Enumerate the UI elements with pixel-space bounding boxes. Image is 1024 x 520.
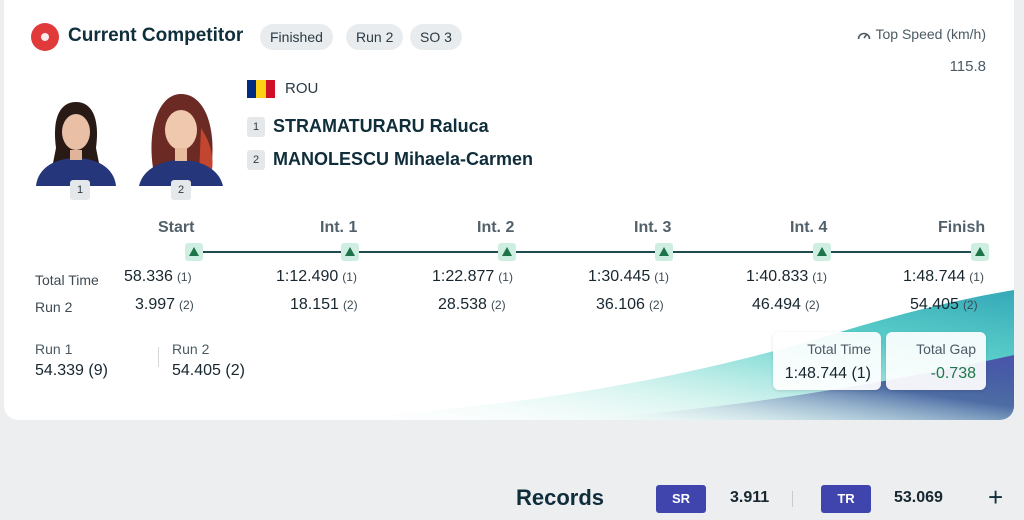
athlete-photo-1 <box>30 88 122 186</box>
total-time-int3: 1:30.445 (1) <box>588 268 669 285</box>
top-speed-value: 115.8 <box>949 58 986 75</box>
athlete-photo-1-badge: 1 <box>70 180 90 200</box>
split-marker-int4 <box>813 243 831 261</box>
total-gap-value: -0.738 <box>930 365 976 382</box>
athlete-row-2: 2 MANOLESCU Mihaela-Carmen <box>247 149 533 170</box>
athlete-name: MANOLESCU Mihaela-Carmen <box>273 149 534 169</box>
run2-label: Run 2 <box>172 341 210 357</box>
run2-int1: 18.151 (2) <box>290 296 358 313</box>
split-label-int2: Int. 2 <box>477 219 515 236</box>
top-speed-label-group: Top Speed (km/h) <box>857 26 987 42</box>
row-label-run2: Run 2 <box>35 299 73 315</box>
athlete-row-1: 1 STRAMATURARU Raluca <box>247 116 489 137</box>
total-time-label: Total Time <box>807 341 871 357</box>
runs-divider <box>158 347 159 367</box>
total-time-int4: 1:40.833 (1) <box>746 268 827 285</box>
athlete-photo-2 <box>135 88 227 186</box>
track-record-value: 53.069 <box>894 489 943 506</box>
track-record-badge: TR <box>821 485 871 513</box>
split-track-line <box>194 251 982 253</box>
live-indicator-icon <box>31 23 59 51</box>
total-gap-label: Total Gap <box>916 341 976 357</box>
total-time-start: 58.336 (1) <box>124 268 192 285</box>
start-order-badge: SO 3 <box>410 24 462 50</box>
split-label-int4: Int. 4 <box>790 219 828 236</box>
total-time-box: Total Time 1:48.744 (1) <box>773 332 881 390</box>
split-label-start: Start <box>158 219 195 236</box>
split-label-int3: Int. 3 <box>634 219 672 236</box>
athlete-number: 2 <box>247 149 265 170</box>
total-time-finish: 1:48.744 (1) <box>903 268 984 285</box>
run2-finish: 54.405 (2) <box>910 296 978 313</box>
athlete-number: 1 <box>247 116 265 137</box>
run2-int2: 28.538 (2) <box>438 296 506 313</box>
run2-int4: 46.494 (2) <box>752 296 820 313</box>
total-time-int1: 1:12.490 (1) <box>276 268 357 285</box>
run2-int3: 36.106 (2) <box>596 296 664 313</box>
country-code: ROU <box>285 80 319 97</box>
top-speed-label: Top Speed (km/h) <box>875 26 987 42</box>
athlete-photo-2-badge: 2 <box>171 180 191 200</box>
split-marker-start <box>185 243 203 261</box>
split-marker-int2 <box>498 243 516 261</box>
run-badge: Run 2 <box>346 24 404 50</box>
split-marker-finish <box>971 243 989 261</box>
speedometer-icon <box>857 32 870 39</box>
split-label-finish: Finish <box>938 219 986 236</box>
split-marker-int3 <box>655 243 673 261</box>
flag-icon <box>247 80 275 98</box>
row-label-total-time: Total Time <box>35 272 99 288</box>
season-record-value: 3.911 <box>730 489 770 506</box>
expand-records-icon[interactable]: + <box>988 483 1003 511</box>
run2-start: 3.997 (2) <box>135 296 194 313</box>
season-record-badge: SR <box>656 485 706 513</box>
total-time-int2: 1:22.877 (1) <box>432 268 513 285</box>
records-divider <box>792 491 793 507</box>
run1-label: Run 1 <box>35 341 73 357</box>
split-label-int1: Int. 1 <box>320 219 358 236</box>
current-competitor-card: Current Competitor Finished Run 2 SO 3 T… <box>4 0 1014 420</box>
athlete-name: STRAMATURARU Raluca <box>273 116 489 136</box>
run1-value: 54.339 (9) <box>35 362 108 379</box>
split-marker-int1 <box>341 243 359 261</box>
total-time-value: 1:48.744 (1) <box>784 365 871 382</box>
card-title: Current Competitor <box>68 25 244 46</box>
run2-value: 54.405 (2) <box>172 362 245 379</box>
total-gap-box: Total Gap -0.738 <box>886 332 986 390</box>
status-badge: Finished <box>260 24 333 50</box>
records-title: Records <box>516 485 605 510</box>
